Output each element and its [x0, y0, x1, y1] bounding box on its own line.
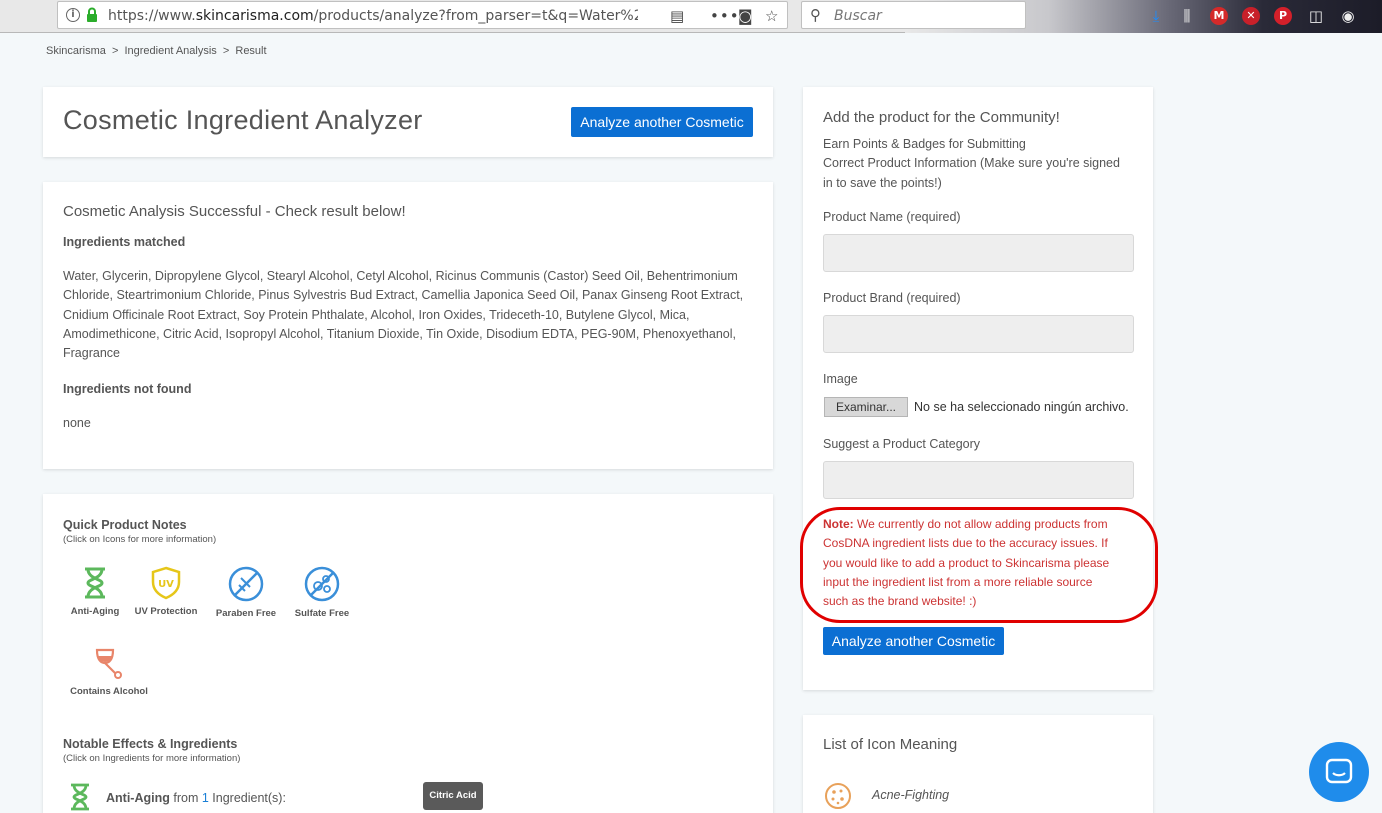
no-file-text: No se ha seleccionado ningún archivo.: [914, 400, 1129, 414]
effect-suffix: Ingredient(s):: [212, 791, 286, 805]
effect-count-link[interactable]: 1: [202, 791, 209, 805]
not-found-value: none: [63, 416, 91, 430]
acne-fighting-label: Acne-Fighting: [872, 788, 950, 802]
blocker-extension-icon[interactable]: ✕: [1242, 7, 1260, 25]
url-text: https://www.skincarisma.com/products/ana…: [108, 8, 638, 24]
more-actions-icon[interactable]: •••: [710, 7, 740, 25]
paraben-free-label: Paraben Free: [215, 608, 277, 619]
breadcrumb-ingredient-analysis[interactable]: Ingredient Analysis: [124, 45, 216, 57]
category-label: Suggest a Product Category: [823, 437, 981, 451]
hourglass-icon: [85, 567, 105, 599]
pinterest-icon[interactable]: P: [1274, 7, 1292, 25]
svg-text:UV: UV: [158, 579, 174, 590]
icon-meaning-heading: List of Icon Meaning: [823, 736, 958, 753]
paraben-free-note[interactable]: Paraben Free: [211, 566, 281, 619]
image-label: Image: [823, 372, 858, 386]
search-bar[interactable]: ⚲ Buscar: [801, 1, 1026, 29]
product-brand-input[interactable]: [823, 315, 1134, 353]
community-description: Earn Points & Badges for Submitting Corr…: [823, 137, 1120, 190]
search-placeholder: Buscar: [834, 8, 882, 24]
breadcrumb-home[interactable]: Skincarisma: [46, 45, 106, 57]
page-title: Cosmetic Ingredient Analyzer: [63, 105, 423, 135]
quick-notes-card: Quick Product Notes (Click on Icons for …: [43, 494, 773, 813]
search-icon: ⚲: [810, 6, 821, 24]
uv-shield-icon: UV: [151, 566, 181, 600]
paraben-free-icon: [228, 566, 264, 602]
contains-alcohol-label: Contains Alcohol: [70, 686, 148, 697]
community-heading: Add the product for the Community!: [823, 109, 1060, 126]
quick-notes-subheading: (Click on Icons for more information): [63, 534, 217, 545]
analyze-another-button[interactable]: Analyze another Cosmetic: [571, 107, 753, 137]
uv-protection-label: UV Protection: [134, 606, 198, 617]
hourglass-icon: [71, 783, 89, 811]
quick-notes-heading: Quick Product Notes: [63, 518, 187, 532]
sulfate-free-note[interactable]: Sulfate Free: [289, 566, 355, 619]
downloads-icon[interactable]: ⤓: [1146, 6, 1166, 26]
lock-icon: [87, 7, 97, 22]
matched-ingredients: Water, Glycerin, Dipropylene Glycol, Ste…: [63, 269, 744, 361]
effect-row: Anti-Aging from 1 Ingredient(s):: [106, 791, 286, 805]
anti-aging-label: Anti-Aging: [70, 606, 120, 617]
mega-extension-icon[interactable]: M: [1210, 7, 1228, 25]
breadcrumb-separator: >: [111, 45, 119, 57]
contains-alcohol-note[interactable]: Contains Alcohol: [65, 646, 153, 697]
analysis-status: Cosmetic Analysis Successful - Check res…: [63, 203, 406, 220]
product-brand-label: Product Brand (required): [823, 291, 961, 305]
sidebar-icon[interactable]: ◫: [1306, 6, 1326, 26]
bookmark-star-icon[interactable]: ☆: [765, 7, 778, 25]
product-name-label: Product Name (required): [823, 210, 961, 224]
icon-meaning-card: List of Icon Meaning Acne-Fighting: [803, 715, 1153, 813]
address-bar[interactable]: i https://www.skincarisma.com/products/a…: [57, 1, 788, 29]
header-card: Cosmetic Ingredient Analyzer Analyze ano…: [43, 87, 773, 157]
sulfate-free-icon: [304, 566, 340, 602]
browse-file-button[interactable]: Examinar...: [824, 397, 908, 417]
effects-subheading: (Click on Ingredients for more informati…: [63, 753, 241, 764]
pocket-icon[interactable]: ◙: [738, 7, 753, 25]
effect-name: Anti-Aging: [106, 791, 170, 805]
acne-fighting-icon: [825, 783, 851, 809]
uv-protection-note[interactable]: UV UV Protection: [131, 566, 201, 617]
product-name-input[interactable]: [823, 234, 1134, 272]
info-icon[interactable]: i: [66, 8, 80, 22]
reader-view-icon[interactable]: ▤: [670, 7, 684, 25]
effects-heading: Notable Effects & Ingredients: [63, 737, 238, 751]
chat-widget-button[interactable]: [1309, 742, 1369, 802]
alcohol-icon: [95, 648, 122, 679]
browser-toolbar: i https://www.skincarisma.com/products/a…: [0, 0, 1382, 33]
breadcrumb-current: Result: [235, 45, 267, 57]
effect-from: from: [173, 791, 199, 805]
breadcrumb: Skincarisma > Ingredient Analysis > Resu…: [46, 45, 270, 57]
breadcrumb-separator: >: [222, 45, 230, 57]
sulfate-free-label: Sulfate Free: [294, 608, 350, 619]
chat-extension-icon[interactable]: ◉: [1338, 6, 1358, 26]
library-icon[interactable]: ⫼: [1177, 6, 1197, 26]
category-input[interactable]: [823, 461, 1134, 499]
highlight-annotation-ring: [800, 507, 1158, 623]
analysis-result-card: Cosmetic Analysis Successful - Check res…: [43, 182, 773, 469]
ingredient-tag[interactable]: Citric Acid: [423, 782, 483, 810]
anti-aging-note[interactable]: Anti-Aging: [65, 566, 125, 617]
not-found-heading: Ingredients not found: [63, 382, 192, 396]
analyze-another-button-secondary[interactable]: Analyze another Cosmetic: [823, 627, 1004, 655]
matched-heading: Ingredients matched: [63, 235, 186, 249]
chat-icon: [1325, 758, 1353, 784]
